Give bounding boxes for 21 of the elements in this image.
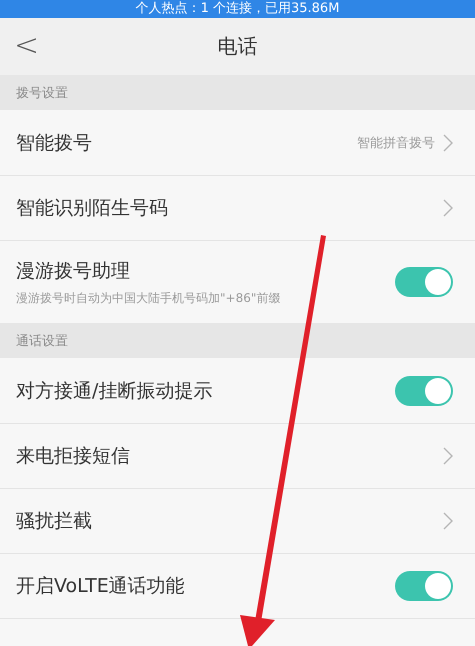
setting-title: 智能拨号: [16, 130, 92, 156]
chevron-right-icon: [443, 447, 453, 465]
setting-description: 漫游拨号时自动为中国大陆手机号码加"+86"前缀: [16, 290, 280, 306]
page-title: 电话: [218, 33, 258, 60]
chevron-right-icon: [443, 199, 453, 217]
status-bar-text: 个人热点：1 个连接，已用35.86M: [0, 0, 475, 18]
setting-title: 对方接通/挂断振动提示: [16, 378, 212, 404]
setting-title: 骚扰拦截: [16, 509, 92, 534]
chevron-right-icon: [443, 134, 453, 152]
toggle-switch[interactable]: [395, 571, 453, 601]
chevron-right-icon: [443, 512, 453, 530]
setting-value: 智能拼音拨号: [357, 134, 435, 152]
section-label: 通话设置: [16, 332, 68, 350]
back-button[interactable]: <: [8, 28, 46, 64]
setting-title: 漫游拨号助理: [16, 258, 131, 284]
setting-title: 开启VoLTE通话功能: [16, 574, 185, 599]
toggle-switch[interactable]: [395, 267, 453, 297]
setting-title: 智能识别陌生号码: [16, 196, 168, 221]
section-label: 拨号设置: [16, 84, 68, 102]
toggle-switch[interactable]: [395, 376, 453, 406]
setting-title: 来电拒接短信: [16, 444, 130, 469]
